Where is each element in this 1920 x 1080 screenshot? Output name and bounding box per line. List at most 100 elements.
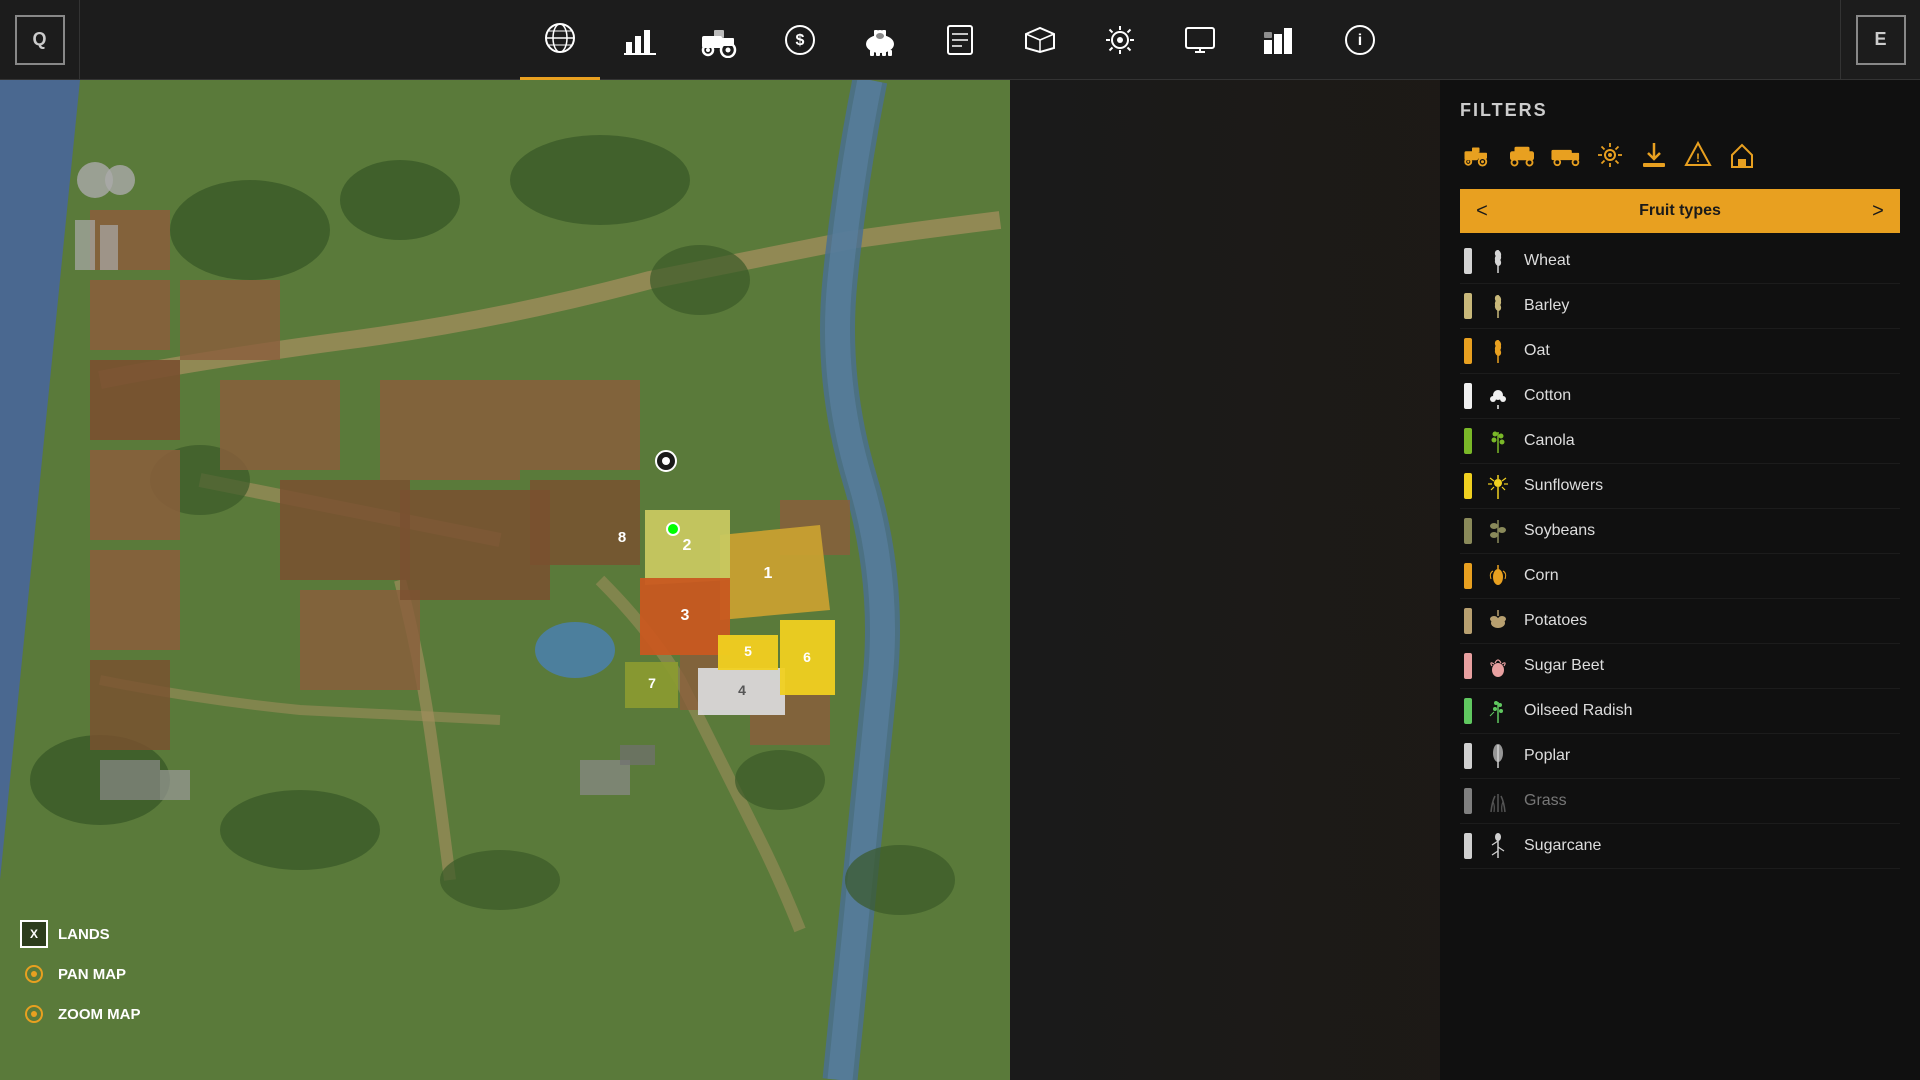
- fruit-color-bar: [1464, 338, 1472, 364]
- filter-tractor-icon[interactable]: [1460, 137, 1496, 173]
- nav-workers[interactable]: [1080, 0, 1160, 80]
- fruit-color-bar: [1464, 293, 1472, 319]
- zoom-control[interactable]: ZOOM MAP: [20, 1000, 141, 1028]
- wheat-icon: [1484, 247, 1512, 275]
- fruit-name: Poplar: [1524, 747, 1570, 765]
- fruit-types-nav: < Fruit types >: [1460, 189, 1900, 233]
- svg-text:7: 7: [648, 675, 656, 691]
- sugarcane-icon: [1484, 832, 1512, 860]
- nav-finances[interactable]: $: [760, 0, 840, 80]
- nav-contracts[interactable]: [920, 0, 1000, 80]
- fruit-item-sugarcane[interactable]: Sugarcane: [1460, 824, 1900, 869]
- pan-icon: [20, 960, 48, 988]
- fruit-name: Oat: [1524, 342, 1550, 360]
- oilseed-radish-icon: [1484, 697, 1512, 725]
- nav-info[interactable]: i: [1320, 0, 1400, 80]
- fruit-item-canola[interactable]: Canola: [1460, 419, 1900, 464]
- lands-label: LANDS: [58, 926, 110, 943]
- svg-text:4: 4: [738, 682, 746, 698]
- fruit-name: Cotton: [1524, 387, 1571, 405]
- filter-download-icon[interactable]: [1636, 137, 1672, 173]
- fruit-item-oat[interactable]: Oat: [1460, 329, 1900, 374]
- fruit-name: Grass: [1524, 792, 1567, 810]
- filter-house-icon[interactable]: [1724, 137, 1760, 173]
- lands-key[interactable]: X: [20, 920, 48, 948]
- svg-text:$: $: [796, 32, 805, 49]
- fruit-item-potatoes[interactable]: Potatoes: [1460, 599, 1900, 644]
- potatoes-icon: [1484, 607, 1512, 635]
- fruit-name: Oilseed Radish: [1524, 702, 1633, 720]
- pan-control[interactable]: PAN MAP: [20, 960, 141, 988]
- fruit-item-oilseed-radish[interactable]: Oilseed Radish: [1460, 689, 1900, 734]
- fruit-name: Sunflowers: [1524, 477, 1603, 495]
- fruit-color-bar: [1464, 428, 1472, 454]
- player-marker: [655, 450, 677, 472]
- fruit-item-sunflowers[interactable]: Sunflowers: [1460, 464, 1900, 509]
- corn-icon: [1484, 562, 1512, 590]
- fruit-color-bar: [1464, 473, 1472, 499]
- filters-panel: FILTERS: [1440, 80, 1920, 889]
- svg-text:2: 2: [683, 537, 692, 554]
- fruit-color-bar: [1464, 563, 1472, 589]
- right-panel: FILTERS: [1440, 80, 1920, 1080]
- sugar-beet-icon: [1484, 652, 1512, 680]
- canola-icon: [1484, 427, 1512, 455]
- svg-text:6: 6: [803, 649, 811, 665]
- fruit-item-barley[interactable]: Barley: [1460, 284, 1900, 329]
- svg-text:3: 3: [681, 607, 690, 624]
- nav-animals[interactable]: [840, 0, 920, 80]
- map-area[interactable]: 1 2 3 4 5 6 7 8 X LANDS: [0, 80, 1010, 1080]
- fruit-name: Potatoes: [1524, 612, 1587, 630]
- fruit-item-corn[interactable]: Corn: [1460, 554, 1900, 599]
- fruit-nav-next[interactable]: >: [1856, 189, 1900, 233]
- fruit-item-cotton[interactable]: Cotton: [1460, 374, 1900, 419]
- fruit-name: Soybeans: [1524, 522, 1595, 540]
- nav-map[interactable]: [520, 0, 600, 80]
- fruit-name: Sugarcane: [1524, 837, 1601, 855]
- filter-gear-icon[interactable]: [1592, 137, 1628, 173]
- fruit-color-bar: [1464, 653, 1472, 679]
- fruit-list: Wheat Barley Oat Cotton: [1460, 239, 1900, 869]
- fruit-name: Sugar Beet: [1524, 657, 1604, 675]
- fruit-color-bar: [1464, 383, 1472, 409]
- fruit-name: Wheat: [1524, 252, 1570, 270]
- q-button[interactable]: Q: [15, 15, 65, 65]
- filter-warning-icon[interactable]: !: [1680, 137, 1716, 173]
- fruit-color-bar: [1464, 743, 1472, 769]
- svg-text:!: !: [1696, 151, 1700, 165]
- fruit-name: Canola: [1524, 432, 1575, 450]
- filter-icons-row: !: [1460, 137, 1900, 173]
- topbar-right[interactable]: E: [1840, 0, 1920, 80]
- e-button[interactable]: E: [1856, 15, 1906, 65]
- barley-icon: [1484, 292, 1512, 320]
- fruit-nav-label: Fruit types: [1504, 189, 1856, 233]
- svg-text:5: 5: [744, 643, 752, 659]
- nav-vehicles[interactable]: [680, 0, 760, 80]
- fruit-nav-prev[interactable]: <: [1460, 189, 1504, 233]
- nav-production[interactable]: [1240, 0, 1320, 80]
- lands-control[interactable]: X LANDS: [20, 920, 141, 948]
- svg-text:i: i: [1358, 32, 1362, 49]
- map-svg: 1 2 3 4 5 6 7 8: [0, 80, 1010, 1080]
- waypoint-marker: [666, 522, 680, 536]
- fruit-color-bar: [1464, 788, 1472, 814]
- fruit-color-bar: [1464, 518, 1472, 544]
- zoom-label: ZOOM MAP: [58, 1006, 141, 1023]
- nav-stats[interactable]: [600, 0, 680, 80]
- nav-delivery[interactable]: [1000, 0, 1080, 80]
- soybeans-icon: [1484, 517, 1512, 545]
- fruit-item-wheat[interactable]: Wheat: [1460, 239, 1900, 284]
- filter-atv-icon[interactable]: [1504, 137, 1540, 173]
- topbar-left[interactable]: Q: [0, 0, 80, 80]
- sunflowers-icon: [1484, 472, 1512, 500]
- fruit-color-bar: [1464, 833, 1472, 859]
- fruit-item-sugar-beet[interactable]: Sugar Beet: [1460, 644, 1900, 689]
- pan-label: PAN MAP: [58, 966, 126, 983]
- fruit-item-grass[interactable]: Grass: [1460, 779, 1900, 824]
- fruit-item-soybeans[interactable]: Soybeans: [1460, 509, 1900, 554]
- nav-monitor[interactable]: [1160, 0, 1240, 80]
- filter-truck-icon[interactable]: [1548, 137, 1584, 173]
- fruit-name: Corn: [1524, 567, 1559, 585]
- fruit-item-poplar[interactable]: Poplar: [1460, 734, 1900, 779]
- oat-icon: [1484, 337, 1512, 365]
